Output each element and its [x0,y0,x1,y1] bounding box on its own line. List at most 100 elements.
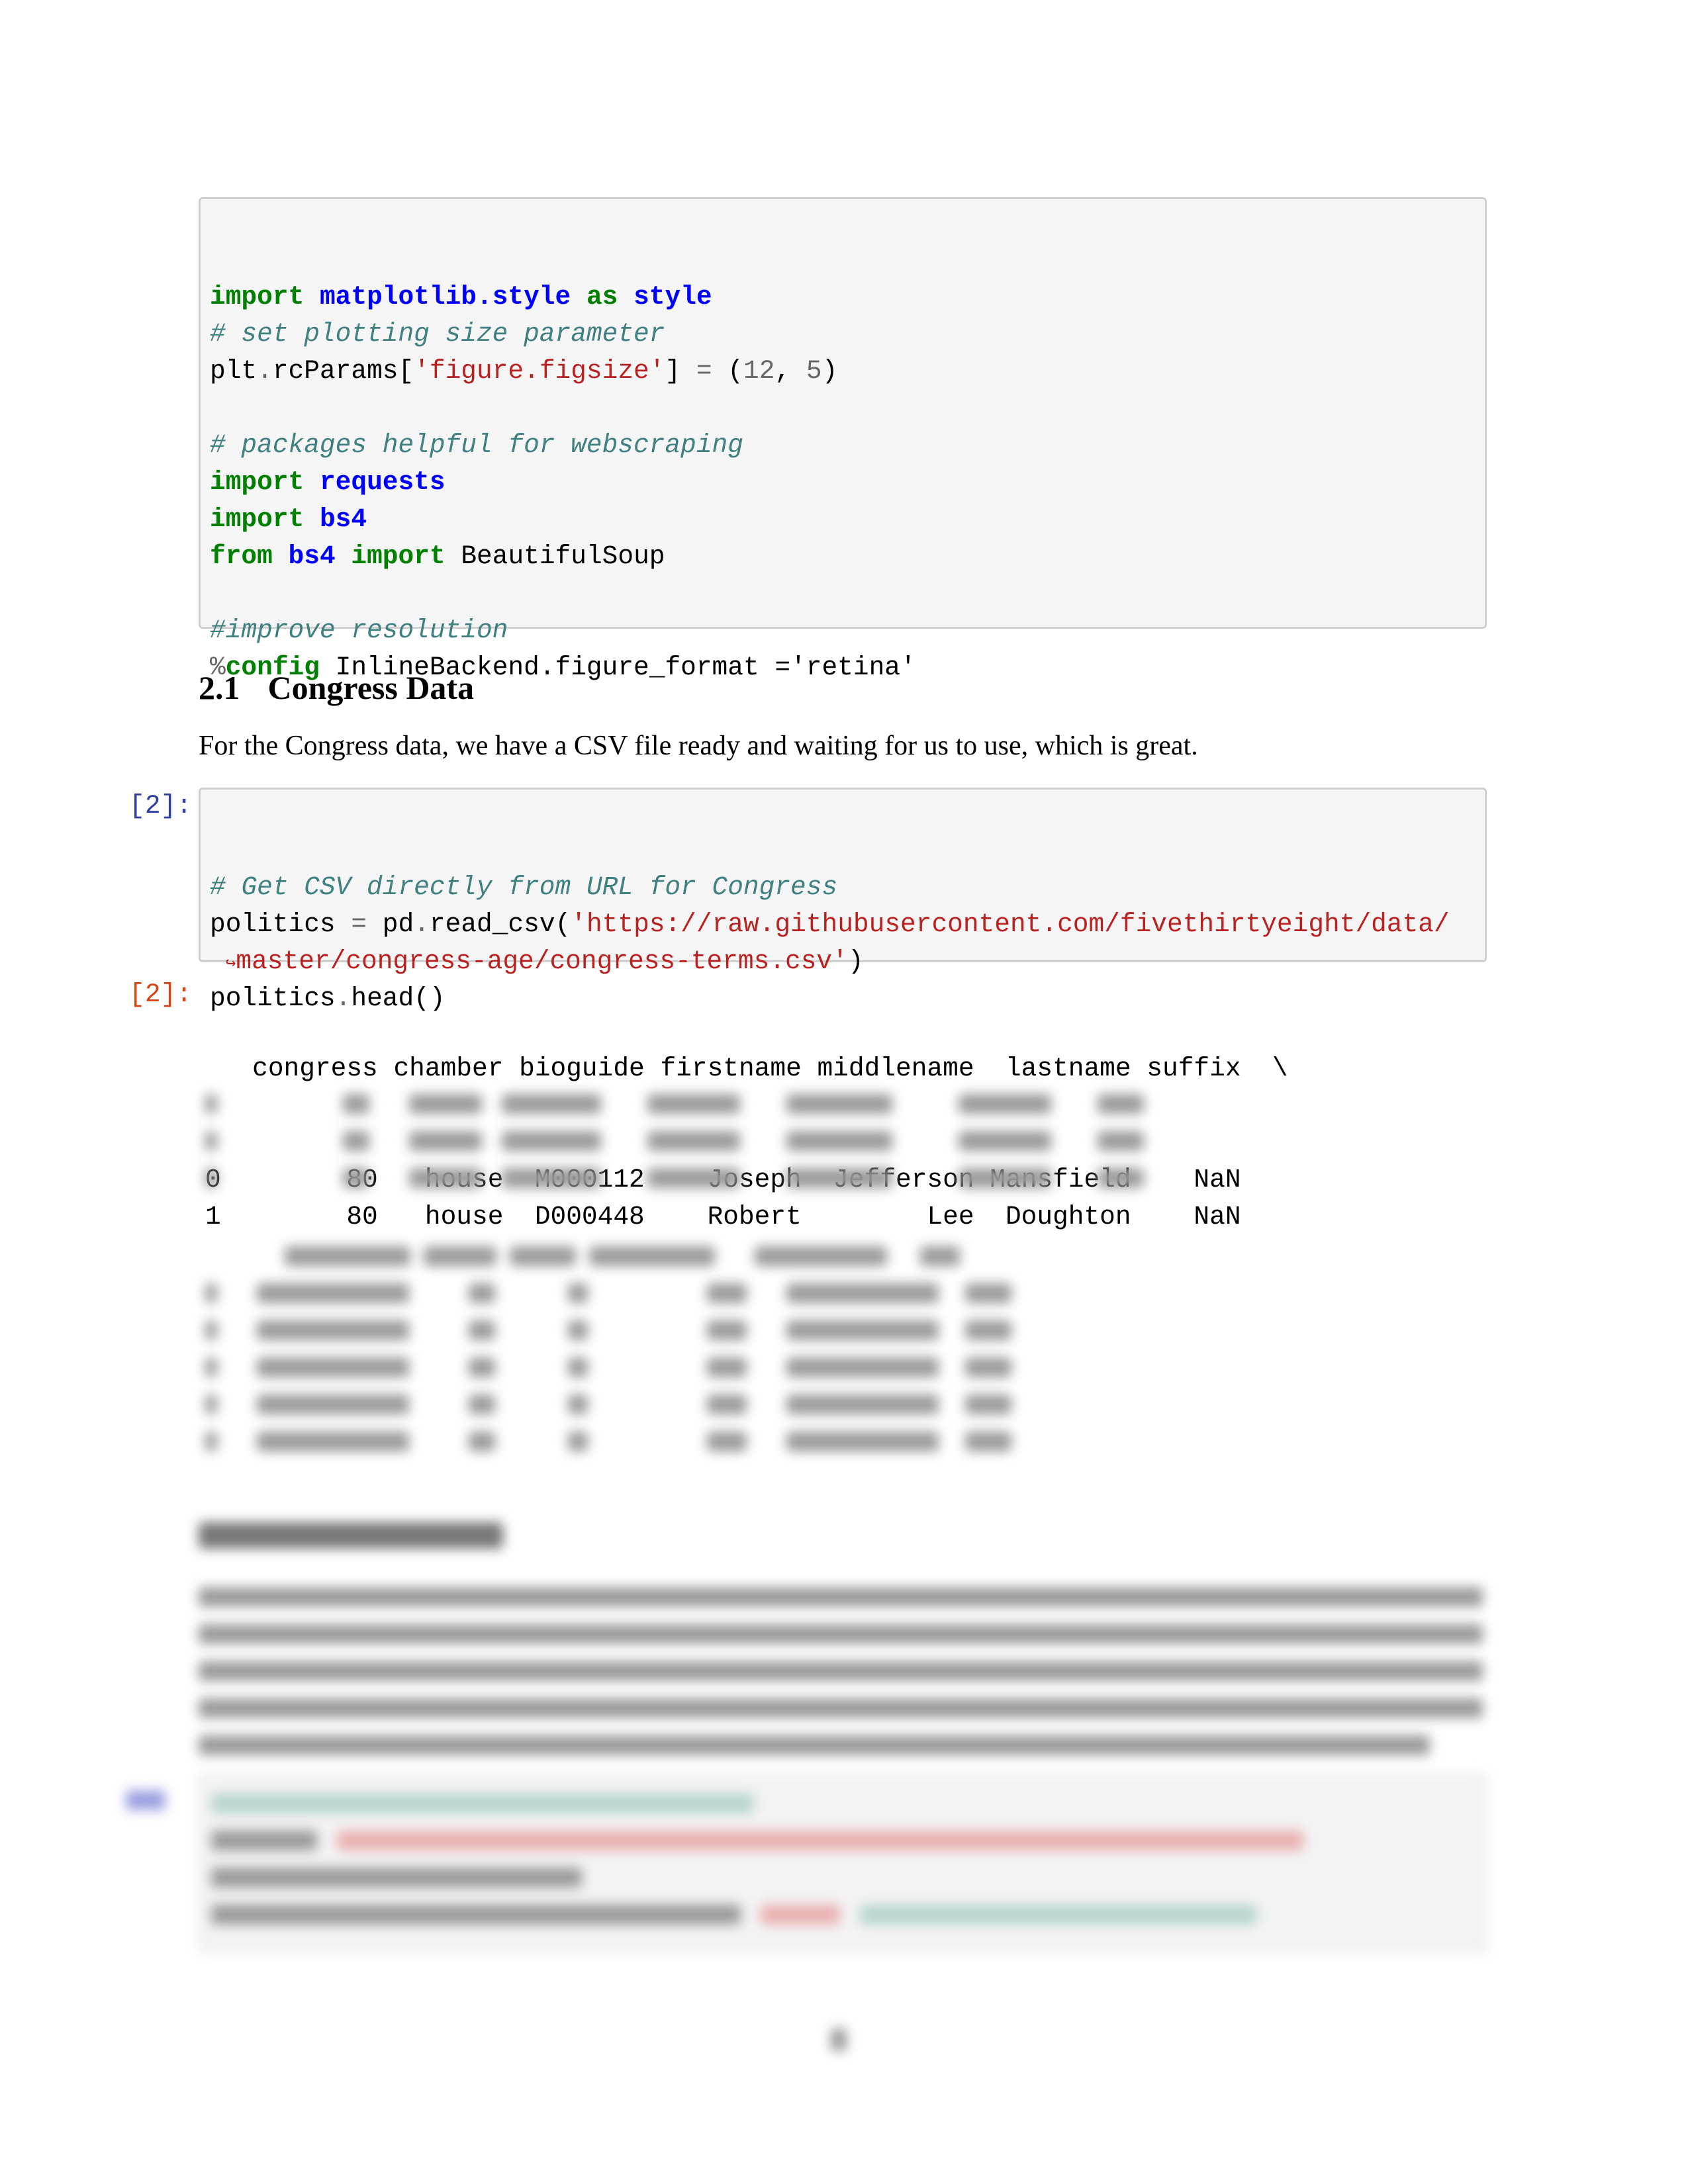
code-token: read_csv( [429,909,571,939]
code-line: # Get CSV directly from URL for Congress [210,869,1477,906]
code-cell-congress[interactable]: # Get CSV directly from URL for Congress… [199,788,1487,1013]
code-line: ↪master/congress-age/congress-terms.csv'… [210,943,1477,980]
code-line: plt.rcParams['figure.figsize'] = (12, 5) [210,353,1477,390]
blurred-row [205,1386,1011,1423]
code-token: 5 [806,356,822,386]
code-token: 12 [743,356,775,386]
column-header: firstname [644,1054,802,1083]
code-token: from [210,541,273,571]
code-token: ( [712,356,744,386]
code-token: import [210,504,305,534]
table-cell-chamber: house [377,1202,504,1232]
blurred-section-paragraph [199,1578,1483,1764]
section-number: 2.1 [199,669,240,706]
blurred-row [205,1085,1144,1122]
table-cell-suffix: NaN [1131,1202,1241,1232]
code-token: requests [319,467,445,497]
code-token: ) [847,946,864,976]
code-token: ] [665,356,696,386]
code-token: # packages helpful for webscraping [210,430,743,460]
code-token: #improve resolution [210,615,508,645]
blurred-dataframe-rows [205,1085,1144,1197]
code-token: as [586,282,618,312]
code-token: matplotlib.style [319,282,571,312]
code-lines: import matplotlib.style as style # set pl… [210,279,1477,686]
code-line: # set plotting size parameter [210,316,1477,353]
code-token: # Get CSV directly from URL for Congress [210,872,838,902]
table-cell-bioguide: D000448 [503,1202,645,1232]
dataframe-header: congress chamber bioguide firstname midd… [205,1050,1288,1087]
code-token: bs4 [288,541,336,571]
code-token: 'figure.figsize' [414,356,665,386]
table-cell-firstname: Robert [644,1202,802,1232]
blurred-row [205,1312,1011,1349]
code-token: import [210,282,305,312]
blurred-code-cell [199,1774,1487,1952]
table-cell-congress: 80 [220,1202,378,1232]
section-paragraph: For the Congress data, we have a CSV fil… [199,731,1198,761]
table-row: 1 80 house D000448 Robert Lee Doughton N… [205,1199,1288,1236]
code-token: = [696,356,712,386]
column-header: chamber [377,1054,504,1083]
code-token: # set plotting size parameter [210,319,665,349]
blurred-row [205,1122,1144,1160]
code-token: politics [210,909,352,939]
code-cell-setup[interactable]: import matplotlib.style as style # set pl… [199,197,1487,682]
code-token: ) [821,356,838,386]
column-header: middlename [801,1054,974,1083]
column-header: congress [220,1054,378,1083]
table-cell-middlename: Lee [801,1202,974,1232]
code-token: pd [367,909,414,939]
section-title: Congress Data [267,669,475,706]
input-prompt: [2]: [129,791,192,821]
continuation-marker: \ [1241,1054,1288,1083]
code-token: ↪ [225,954,236,974]
output-prompt: [2]: [129,979,192,1009]
code-line: import matplotlib.style as style [210,279,1477,316]
code-token: style [633,282,712,312]
code-token: rcParams[ [272,356,414,386]
blurred-row [205,1160,1144,1197]
column-header: suffix [1131,1054,1241,1083]
table-cell-lastname: Doughton [974,1202,1131,1232]
code-token: . [414,909,430,939]
code-line: # packages helpful for webscraping [210,427,1477,464]
code-token: import [351,541,445,571]
code-token: , [774,356,806,386]
code-token: . [257,356,273,386]
code-line: politics = pd.read_csv('https://raw.gith… [210,906,1477,943]
table-cell-suffix: NaN [1131,1165,1241,1195]
code-token: plt [210,356,258,386]
code-token: 'https://raw.githubusercontent.com/fivet… [571,909,1450,939]
code-line: import requests [210,464,1477,501]
code-token: = [351,909,367,939]
blurred-row [205,1275,1011,1312]
code-token: BeautifulSoup [445,541,665,571]
blurred-row [205,1423,1011,1460]
code-line: from bs4 import BeautifulSoup [210,538,1477,575]
code-token: bs4 [319,504,367,534]
code-token: master/congress-age/congress-terms.csv' [236,946,848,976]
blurred-row [205,1349,1011,1386]
blurred-input-prompt [126,1790,165,1810]
code-line: import bs4 [210,501,1477,538]
code-line: #improve resolution [210,612,1477,649]
row-index: 1 [205,1202,221,1232]
blurred-section-heading [199,1522,503,1549]
code-token: import [210,467,305,497]
column-header: lastname [974,1054,1131,1083]
page-number [831,2028,847,2051]
blurred-dataframe-second-part [205,1238,1011,1460]
column-header: bioguide [503,1054,645,1083]
section-heading: 2.1 Congress Data [199,668,474,707]
